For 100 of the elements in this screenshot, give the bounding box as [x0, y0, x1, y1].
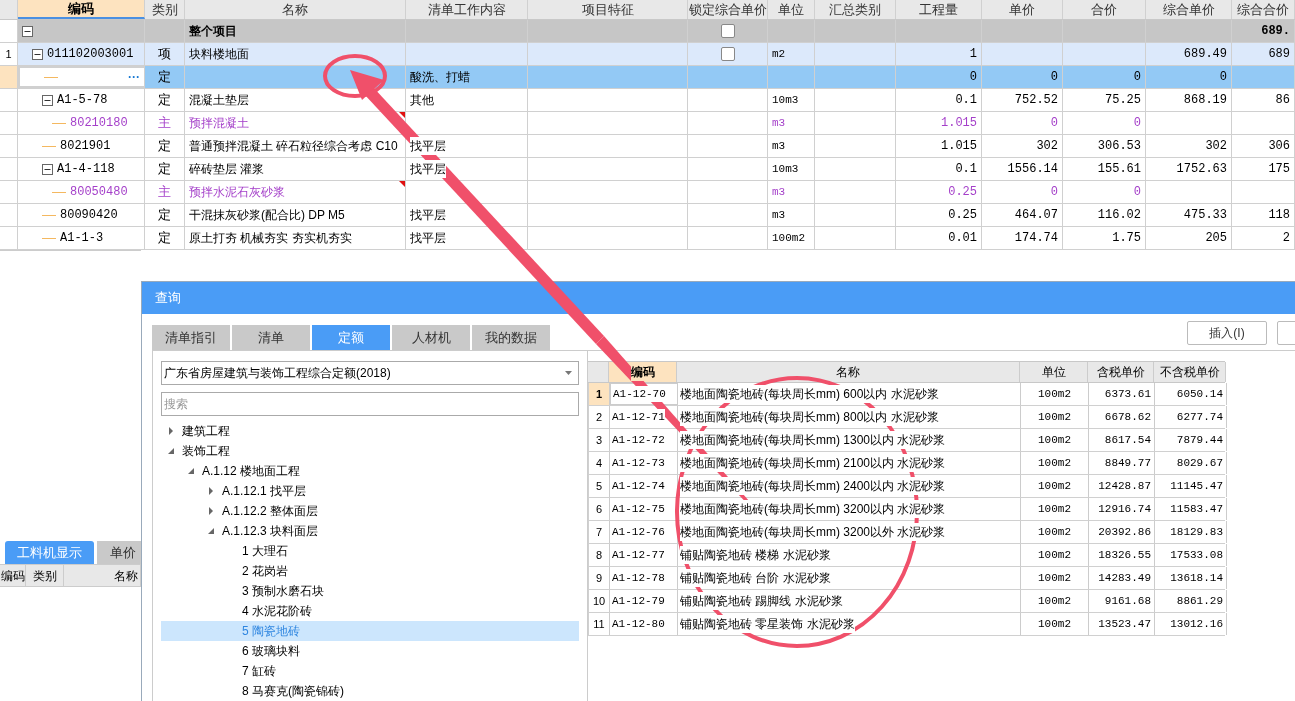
column-header[interactable]: 单位: [768, 0, 815, 19]
column-header[interactable]: 锁定综合单价: [688, 0, 768, 19]
collapse-arrow-icon[interactable]: [187, 467, 195, 475]
table-row[interactable]: 10 A1-12-79 铺贴陶瓷地砖 踢脚线 水泥砂浆 100m2 9161.68 8861.29: [588, 590, 1225, 613]
collapse-arrow-icon[interactable]: [207, 527, 215, 535]
table-cell: 找平层: [410, 160, 446, 178]
table-cell-text: 1752.63: [1176, 161, 1227, 178]
table-row[interactable]: A1-1-3 定 原土打夯 机械夯实 夯实机夯实 找平层 100m2 0.01 174.74 1.75 205 2: [0, 227, 1295, 250]
tree-item[interactable]: A.1.12 楼地面工程: [161, 461, 579, 481]
column-header[interactable]: 名称: [185, 0, 406, 19]
table-row[interactable]: 80090420 定 干混抹灰砂浆(配合比) DP M5 找平层 m3 0.25 464.07 116.02 475.33 118: [0, 204, 1295, 227]
table-row[interactable]: 整个项目 689.: [0, 20, 1295, 43]
row-header[interactable]: 1: [0, 43, 18, 65]
table-cell: 铺贴陶瓷地砖 台阶 水泥砂浆: [680, 569, 831, 587]
table-cell: 原土打夯 机械夯实 夯实机夯实: [189, 229, 352, 247]
table-cell: 楼地面陶瓷地砖(每块周长mm) 2400以内 水泥砂浆: [680, 477, 946, 495]
table-cell-text: 1: [969, 46, 977, 63]
table-cell-text: 1.015: [941, 138, 977, 155]
tab[interactable]: 单价: [96, 541, 141, 564]
column-header[interactable]: 综合单价: [1146, 0, 1232, 19]
table-row[interactable]: 3 A1-12-72 楼地面陶瓷地砖(每块周长mm) 1300以内 水泥砂浆 100m2 8617.54 7879.44: [588, 429, 1225, 452]
column-header[interactable]: 类别: [145, 0, 185, 19]
table-row[interactable]: 1 A1-12-70 楼地面陶瓷地砖(每块周长mm) 600以内 水泥砂浆 100m2 6373.61 6050.14: [588, 383, 1225, 406]
table-cell-text: A1-1-3: [60, 230, 104, 247]
table-row[interactable]: 9 A1-12-78 铺贴陶瓷地砖 台阶 水泥砂浆 100m2 14283.49 13618.14: [588, 567, 1225, 590]
column-header[interactable]: 单位: [1020, 362, 1088, 382]
tab[interactable]: 清单指引: [152, 325, 230, 350]
table-cell: 其他: [410, 91, 434, 109]
table-row[interactable]: 11 A1-12-80 铺贴陶瓷地砖 零星装饰 水泥砂浆 100m2 13523.47 13012.16: [588, 613, 1225, 636]
expand-arrow-icon[interactable]: [167, 427, 175, 435]
tree-item[interactable]: 2 花岗岩: [161, 561, 579, 581]
table-row[interactable]: 1 011102003001 项 块料楼地面 m2 1 689.49 689: [0, 43, 1295, 66]
more-button[interactable]: ···: [128, 68, 140, 86]
table-row[interactable]: 7 A1-12-76 楼地面陶瓷地砖(每块周长mm) 3200以外 水泥砂浆 100m2 20392.86 18129.83: [588, 521, 1225, 544]
collapse-icon[interactable]: [42, 163, 53, 175]
table-cell-text: 13618.14: [1170, 570, 1223, 586]
tree-item[interactable]: 3 预制水磨石块: [161, 581, 579, 601]
collapse-icon[interactable]: [42, 94, 53, 106]
tab[interactable]: 清单: [232, 325, 310, 350]
table-row[interactable]: 8021901 定 普通预拌混凝土 碎石粒径综合考虑 C10 找平层 m3 1.015 302 306.53 302 306: [0, 135, 1295, 158]
column-header[interactable]: 工程量: [896, 0, 982, 19]
table-cell-text: 8029.67: [1176, 455, 1223, 471]
column-header[interactable]: 名称: [677, 362, 1020, 382]
table-row[interactable]: 4 A1-12-73 楼地面陶瓷地砖(每块周长mm) 2100以内 水泥砂浆 100m2 8849.77 8029.67: [588, 452, 1225, 475]
table-row[interactable]: 5 A1-12-74 楼地面陶瓷地砖(每块周长mm) 2400以内 水泥砂浆 100m2 12428.87 11145.47: [588, 475, 1225, 498]
tab[interactable]: 人材机: [392, 325, 470, 350]
table-cell-text: 100m2: [1038, 593, 1071, 609]
tree-item[interactable]: A.1.12.2 整体面层: [161, 501, 579, 521]
row-header[interactable]: 1: [589, 383, 610, 405]
table-cell-text: 100m2: [1038, 478, 1071, 494]
column-header[interactable]: 清单工作内容: [406, 0, 528, 19]
table-cell-text: 80090420: [60, 207, 118, 224]
tree-item[interactable]: A.1.12.3 块料面层: [161, 521, 579, 541]
column-header[interactable]: 汇总类别: [815, 0, 896, 19]
table-cell: 酸洗、打蜡: [410, 68, 470, 86]
column-header[interactable]: 项目特征: [528, 0, 688, 19]
checkbox[interactable]: [720, 47, 735, 61]
table-row[interactable]: 6 A1-12-75 楼地面陶瓷地砖(每块周长mm) 3200以内 水泥砂浆 100m2 12916.74 11583.47: [588, 498, 1225, 521]
tree-item[interactable]: 6 玻璃块料: [161, 641, 579, 661]
table-row[interactable]: 80050480 主 预拌水泥石灰砂浆 m3 0.25 0 0: [0, 181, 1295, 204]
library-dropdown[interactable]: 广东省房屋建筑与装饰工程综合定额(2018): [161, 361, 579, 385]
table-row[interactable]: 2 A1-12-71 楼地面陶瓷地砖(每块周长mm) 800以内 水泥砂浆 100m2 6678.62 6277.74: [588, 406, 1225, 429]
column-header[interactable]: 合价: [1063, 0, 1146, 19]
column-header[interactable]: 编码: [18, 0, 145, 19]
column-header[interactable]: 单价: [982, 0, 1063, 19]
tab[interactable]: 我的数据: [472, 325, 550, 350]
table-cell: 楼地面陶瓷地砖(每块周长mm) 2100以内 水泥砂浆: [680, 454, 946, 472]
table-row[interactable]: A1-5-78 定 混凝土垫层 其他 10m3 0.1 752.52 75.25 868.19 86: [0, 89, 1295, 112]
collapse-icon[interactable]: [22, 25, 33, 37]
input-field[interactable]: ···: [18, 66, 145, 88]
tree-item[interactable]: 8 马赛克(陶瓷锦砖): [161, 681, 579, 701]
checkbox[interactable]: [720, 24, 735, 38]
expand-arrow-icon[interactable]: [207, 487, 215, 495]
table-row[interactable]: A1-4-118 定 碎砖垫层 灌浆 找平层 10m3 0.1 1556.14 155.61 1752.63 175: [0, 158, 1295, 181]
table-cell-text: 18326.55: [1098, 547, 1151, 563]
table-row[interactable]: 80210180 主 预拌混凝土 m3 1.015 0 0: [0, 112, 1295, 135]
tree-item[interactable]: 建筑工程: [161, 421, 579, 441]
insert-button[interactable]: 插入(I): [1187, 321, 1267, 345]
table-cell-text: 0.25: [948, 184, 977, 201]
table-cell-text: 011102003001: [47, 46, 134, 63]
tree-item[interactable]: 1 大理石: [161, 541, 579, 561]
table-row[interactable]: 8 A1-12-77 铺贴陶瓷地砖 楼梯 水泥砂浆 100m2 18326.55 17533.08: [588, 544, 1225, 567]
table-row[interactable]: ··· 定 酸洗、打蜡 0 0 0 0: [0, 66, 1295, 89]
column-header[interactable]: 综合合价: [1232, 0, 1295, 19]
table-cell-text: 定: [158, 229, 171, 248]
table-cell: 找平层: [410, 137, 446, 155]
table-cell-text: 100m2: [1038, 501, 1071, 517]
table-cell-text: 0: [1133, 115, 1141, 132]
table-cell-text: 6050.14: [1176, 386, 1223, 402]
expand-arrow-icon[interactable]: [207, 507, 215, 515]
tree-item[interactable]: 4 水泥花阶砖: [161, 601, 579, 621]
collapse-arrow-icon[interactable]: [167, 447, 175, 455]
tree-item[interactable]: 7 缸砖: [161, 661, 579, 681]
toolbar-button[interactable]: [1277, 321, 1295, 345]
tree-item[interactable]: A.1.12.1 找平层: [161, 481, 579, 501]
collapse-icon[interactable]: [32, 48, 43, 60]
table-cell-text: m3: [772, 115, 786, 131]
search-field[interactable]: 搜索: [161, 392, 579, 416]
row-number: 9: [595, 570, 603, 586]
tree-item[interactable]: 装饰工程: [161, 441, 579, 461]
